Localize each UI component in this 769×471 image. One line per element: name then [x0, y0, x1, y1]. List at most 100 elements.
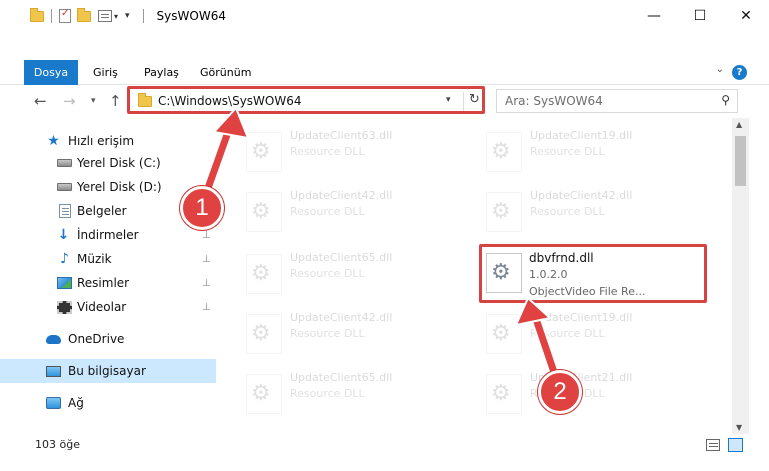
view-toggle-chevron-icon[interactable]: ▾: [114, 12, 118, 21]
sidebar-item-label: Müzik: [77, 252, 112, 266]
address-highlight-box: [127, 86, 485, 114]
sidebar-item-pictures[interactable]: Resimler ⊥: [0, 272, 216, 294]
sidebar-item-downloads[interactable]: ↓ İndirmeler ⊥: [0, 224, 216, 246]
close-button[interactable]: ✕: [723, 0, 769, 32]
file-name: UpdateClient65.dll: [290, 251, 393, 264]
pin-icon[interactable]: ⊥: [202, 278, 211, 289]
star-icon: ★: [47, 133, 60, 149]
file-item[interactable]: UpdateClient42.dll Resource DLL: [472, 186, 687, 238]
file-description: Resource DLL: [290, 327, 365, 340]
file-name: UpdateClient63.dll: [290, 129, 393, 142]
dll-file-icon: [246, 314, 282, 354]
sidebar-item-label: Yerel Disk (D:): [77, 180, 162, 194]
file-item[interactable]: UpdateClient63.dll Resource DLL: [232, 126, 447, 178]
help-icon[interactable]: ?: [732, 65, 747, 80]
view-toggle-icon[interactable]: [98, 10, 112, 22]
search-icon[interactable]: ⚲: [721, 93, 730, 107]
scroll-up-icon[interactable]: ▲: [736, 120, 742, 129]
sidebar-item-label: İndirmeler: [77, 228, 139, 242]
forward-arrow-icon[interactable]: →: [63, 92, 76, 110]
search-box[interactable]: Ara: SysWOW64 ⚲: [496, 89, 738, 113]
file-description: Resource DLL: [290, 387, 365, 400]
onedrive-icon: [46, 332, 61, 346]
title-bar: ▾ ▾ SysWOW64 — ☐ ✕: [0, 0, 769, 32]
sidebar-item-music[interactable]: ♪ Müzik ⊥: [0, 248, 216, 270]
file-item[interactable]: UpdateClient42.dll Resource DLL: [232, 308, 447, 360]
dll-file-icon: [486, 132, 522, 172]
file-name: UpdateClient42.dll: [290, 189, 393, 202]
file-description: Resource DLL: [290, 145, 365, 158]
details-view-icon[interactable]: [706, 439, 720, 451]
quick-access-toolbar: ▾ ▾ SysWOW64: [0, 0, 226, 32]
vertical-scrollbar[interactable]: ▲ ▼: [732, 118, 749, 434]
sidebar-item-label: Ağ: [68, 396, 84, 410]
maximize-button[interactable]: ☐: [677, 0, 723, 32]
new-folder-icon[interactable]: [77, 7, 91, 22]
highlighted-file-dbvfrnd[interactable]: dbvfrnd.dll 1.0.2.0 ObjectVideo File Re.…: [479, 244, 707, 303]
back-arrow-icon[interactable]: ←: [34, 92, 47, 110]
file-name: UpdateClient19.dll: [530, 311, 633, 324]
videos-icon: [57, 300, 72, 314]
sidebar-item-onedrive[interactable]: OneDrive: [0, 328, 216, 350]
file-name: UpdateClient65.dll: [290, 371, 393, 384]
sidebar-item-this-pc[interactable]: Bu bilgisayar: [0, 359, 216, 383]
status-bar: 103 öğe: [0, 434, 769, 456]
pin-icon[interactable]: ⊥: [202, 254, 211, 265]
sidebar-item-label: Yerel Disk (C:): [77, 156, 161, 170]
ribbon-expand-icon[interactable]: ⌄: [716, 64, 724, 75]
minimize-button[interactable]: —: [631, 0, 677, 32]
window-title: SysWOW64: [156, 9, 226, 23]
tiles-view-icon[interactable]: [728, 438, 743, 452]
pin-icon[interactable]: ⊥: [202, 302, 211, 313]
scroll-down-icon[interactable]: ▼: [736, 423, 742, 432]
sidebar-item-label: Resimler: [77, 276, 130, 290]
sidebar-item-network[interactable]: Ağ: [0, 392, 216, 414]
navigation-bar: ← → ▾ ↑ C:\Windows\SysWOW64 ▾ ↻ Ara: Sys…: [0, 86, 769, 118]
tab-view[interactable]: Görünüm: [200, 60, 251, 85]
disk-icon: [57, 180, 72, 194]
step-badge-2: 2: [538, 370, 582, 414]
tab-file[interactable]: Dosya: [24, 60, 78, 85]
customize-toolbar-dropdown-icon[interactable]: ▾: [125, 11, 130, 21]
sidebar-item-label: Bu bilgisayar: [68, 364, 146, 378]
this-pc-icon: [46, 364, 61, 378]
window-controls: — ☐ ✕: [631, 0, 769, 32]
dll-file-icon: [486, 314, 522, 354]
folder-icon[interactable]: [30, 7, 44, 22]
file-item[interactable]: UpdateClient65.dll Resource DLL: [232, 368, 447, 420]
sidebar-item-label: OneDrive: [68, 332, 125, 346]
dll-file-icon: [246, 254, 282, 294]
properties-icon[interactable]: [59, 8, 71, 23]
music-icon: ♪: [60, 251, 69, 267]
file-description: ObjectVideo File Re...: [529, 285, 646, 298]
item-count: 103 öğe: [35, 438, 80, 451]
sidebar-item-videos[interactable]: Videolar ⊥: [0, 296, 216, 318]
sidebar-item-label: Videolar: [77, 300, 127, 314]
search-placeholder[interactable]: Ara: SysWOW64: [505, 94, 603, 108]
dll-file-icon: [486, 253, 522, 293]
network-icon: [46, 396, 61, 410]
up-arrow-icon[interactable]: ↑: [109, 92, 122, 110]
sidebar-item-label: Hızlı erişim: [68, 134, 135, 148]
file-item[interactable]: UpdateClient19.dll Resource DLL: [472, 308, 687, 360]
dll-file-icon: [246, 192, 282, 232]
toolbar-separator: [51, 9, 52, 23]
recent-locations-chevron-icon[interactable]: ▾: [91, 96, 96, 106]
file-description: Resource DLL: [530, 205, 605, 218]
scrollbar-thumb[interactable]: [735, 136, 746, 186]
tab-share[interactable]: Paylaş: [144, 60, 179, 85]
file-item[interactable]: UpdateClient19.dll Resource DLL: [472, 126, 687, 178]
pin-icon[interactable]: ⊥: [202, 230, 211, 241]
file-name: dbvfrnd.dll: [529, 251, 594, 265]
sidebar-item-quick-access[interactable]: ★ Hızlı erişim: [0, 130, 216, 152]
toolbar-separator: [142, 9, 144, 23]
documents-icon: [57, 204, 72, 218]
file-item[interactable]: UpdateClient65.dll Resource DLL: [232, 248, 447, 300]
file-name: UpdateClient42.dll: [290, 311, 393, 324]
file-item[interactable]: UpdateClient42.dll Resource DLL: [232, 186, 447, 238]
step-badge-1: 1: [180, 186, 224, 230]
tab-home[interactable]: Giriş: [93, 60, 118, 85]
file-name: UpdateClient42.dll: [530, 189, 633, 202]
downloads-icon: ↓: [57, 227, 70, 243]
sidebar-item-local-disk-c[interactable]: Yerel Disk (C:): [0, 152, 216, 174]
